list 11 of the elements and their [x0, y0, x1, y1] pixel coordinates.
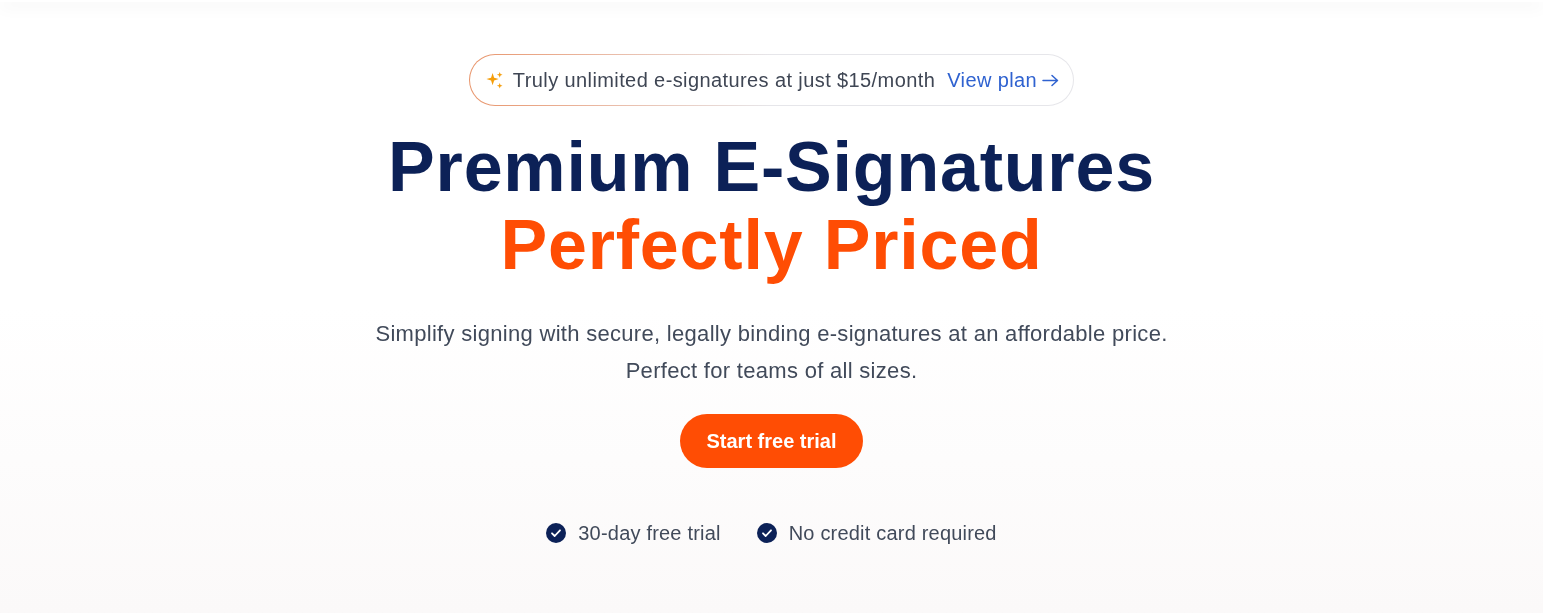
headline: Premium E-Signatures: [388, 128, 1155, 206]
headline-accent: Perfectly Priced: [500, 206, 1043, 284]
view-plan-link[interactable]: View plan: [947, 65, 1060, 95]
feature-text: No credit card required: [788, 521, 997, 546]
promo-text: Truly unlimited e-signatures at just $15/month: [512, 68, 936, 93]
arrow-right-icon: [1042, 73, 1060, 87]
feature-text: 30-day free trial: [578, 521, 721, 546]
check-circle-icon: [756, 523, 777, 543]
check-circle-icon: [546, 523, 567, 543]
start-trial-button[interactable]: Start free trial: [680, 414, 863, 468]
description: Simplify signing with secure, legally binding e-signatures at an affordable price. Perfect for teams of all sizes.: [374, 320, 1169, 385]
